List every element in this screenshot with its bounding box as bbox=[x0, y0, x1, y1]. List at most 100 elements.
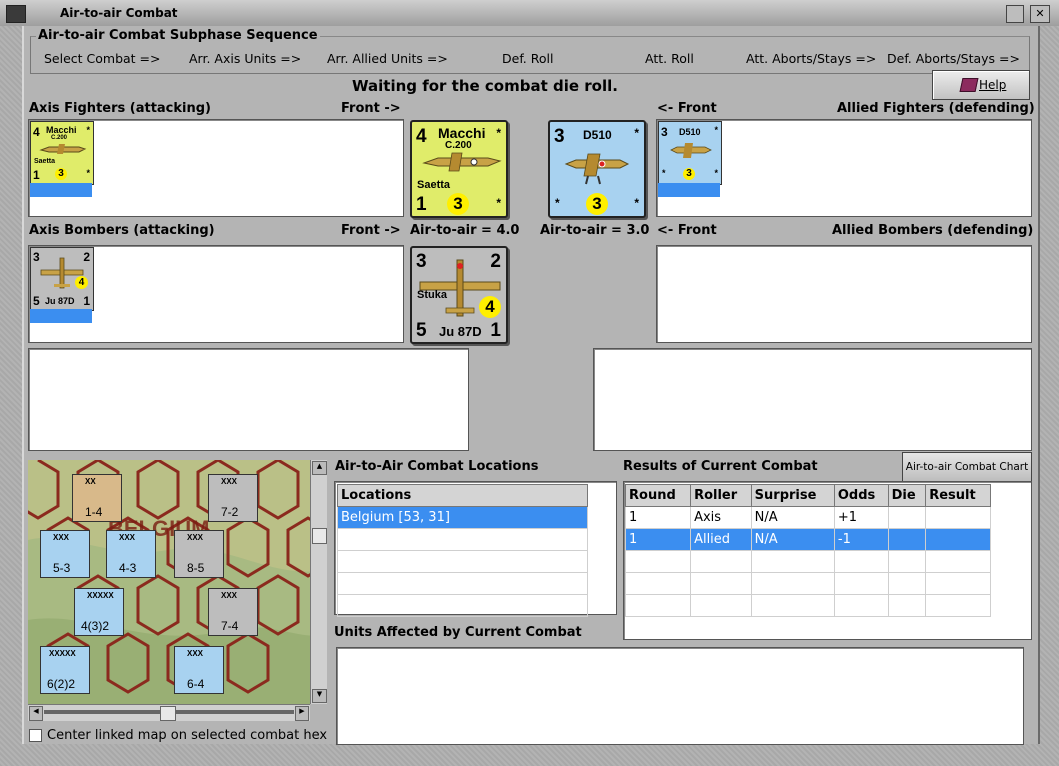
map-counter[interactable]: XXX 7-4 bbox=[208, 588, 258, 636]
map-counter[interactable]: XXXXX 4(3)2 bbox=[74, 588, 124, 636]
map-vertical-scrollbar[interactable]: ▲ ▼ bbox=[310, 460, 327, 704]
col-result[interactable]: Result bbox=[925, 484, 991, 507]
front-counter-star: * bbox=[496, 126, 501, 140]
front-counter-nick: Stuka bbox=[417, 289, 447, 301]
cell-surprise: N/A bbox=[750, 528, 835, 551]
front-counter-nick: Saetta bbox=[417, 179, 451, 191]
counter-def: 4 bbox=[75, 276, 88, 289]
scroll-right-icon[interactable]: ▶ bbox=[295, 706, 309, 721]
front-counter-star: * bbox=[634, 196, 639, 210]
result-row[interactable]: 1 Allied N/A -1 bbox=[624, 528, 991, 551]
axis-fighter-front-counter[interactable]: 4 Macchi C.200 * Saetta 1 3 * bbox=[410, 120, 508, 218]
units-affected-panel[interactable] bbox=[336, 647, 1024, 745]
hscroll-thumb[interactable] bbox=[160, 706, 176, 721]
col-roller[interactable]: Roller bbox=[690, 484, 752, 507]
location-row-empty[interactable] bbox=[337, 528, 588, 551]
col-round[interactable]: Round bbox=[624, 484, 692, 507]
allied-bombers-label: Allied Bombers (defending) bbox=[832, 223, 1034, 238]
locations-title: Air-to-Air Combat Locations bbox=[335, 459, 539, 474]
axis-bombers-label: Axis Bombers (attacking) bbox=[29, 223, 215, 238]
vscroll-thumb[interactable] bbox=[312, 528, 327, 544]
help-book-icon bbox=[959, 78, 979, 92]
result-row-empty[interactable] bbox=[624, 594, 991, 617]
cell-surprise: N/A bbox=[750, 506, 835, 529]
map-counter[interactable]: XXX 7-2 bbox=[208, 474, 258, 522]
cell-die bbox=[887, 528, 927, 551]
col-die[interactable]: Die bbox=[887, 484, 927, 507]
map-horizontal-scrollbar[interactable]: ◀ ▶ bbox=[28, 704, 310, 721]
combat-chart-button[interactable]: Air-to-air Combat Chart bbox=[902, 452, 1032, 482]
allied-fighter-counter-small[interactable]: 3 D510 * * 3 * bbox=[658, 121, 722, 185]
map-counter[interactable]: XXX 6-4 bbox=[174, 646, 224, 694]
map-counter[interactable]: XXX 5-3 bbox=[40, 530, 90, 578]
step-att-roll: Att. Roll bbox=[645, 51, 694, 66]
map-counter-size: XXXXX bbox=[87, 591, 114, 600]
step-att-aborts: Att. Aborts/Stays => bbox=[746, 51, 877, 66]
linked-map[interactable]: BELGIUM XX 1-4 XXX 7-2 XXX 5-3 XXX 4-3 X… bbox=[28, 460, 326, 704]
front-counter-range: 5 bbox=[416, 320, 427, 341]
cell-die bbox=[887, 506, 927, 529]
axis-reserve-panel[interactable] bbox=[28, 348, 469, 451]
units-affected-title: Units Affected by Current Combat bbox=[334, 625, 582, 640]
cell-result bbox=[925, 506, 991, 529]
axis-fighter-counter-small[interactable]: 4 Macchi C.200 * Saetta 1 3 * bbox=[30, 121, 94, 185]
map-counter[interactable]: XXX 4-3 bbox=[106, 530, 156, 578]
counter-bottom: 1 bbox=[83, 294, 90, 308]
center-map-checkbox[interactable] bbox=[29, 729, 42, 742]
axis-air-to-air-strength: Air-to-air = 4.0 bbox=[410, 223, 520, 238]
step-def-aborts: Def. Aborts/Stays => bbox=[887, 51, 1020, 66]
allied-air-to-air-strength: Air-to-air = 3.0 bbox=[540, 223, 650, 238]
scroll-down-icon[interactable]: ▼ bbox=[312, 689, 327, 703]
step-select-combat: Select Combat => bbox=[44, 51, 161, 66]
counter-range: * bbox=[662, 168, 666, 178]
locations-list[interactable]: Locations Belgium [53, 31] bbox=[334, 481, 617, 617]
front-label-axis-fighters: Front -> bbox=[341, 101, 401, 116]
map-counter-strength: 4-3 bbox=[119, 561, 137, 575]
front-counter-star: * bbox=[634, 126, 639, 140]
map-counter-strength: 1-4 bbox=[85, 505, 103, 519]
location-row-empty[interactable] bbox=[337, 550, 588, 573]
location-row-empty[interactable] bbox=[337, 594, 588, 617]
result-row-empty[interactable] bbox=[624, 572, 991, 595]
axis-bomber-front-counter[interactable]: 3 2 Stuka 4 5 Ju 87D 1 bbox=[410, 246, 508, 344]
allied-fighters-label: Allied Fighters (defending) bbox=[837, 101, 1035, 116]
help-button[interactable]: Help bbox=[932, 70, 1030, 100]
sequence-title: Air-to-air Combat Subphase Sequence bbox=[36, 28, 320, 43]
close-icon[interactable]: ✕ bbox=[1030, 5, 1050, 23]
minimize-icon[interactable] bbox=[1006, 5, 1024, 23]
allied-reserve-panel[interactable] bbox=[593, 348, 1032, 451]
col-odds[interactable]: Odds bbox=[833, 484, 889, 507]
results-table-panel[interactable]: Round Roller Surprise Odds Die Result 1 … bbox=[623, 481, 1032, 640]
counter-nick: Saetta bbox=[34, 158, 56, 165]
location-row-empty[interactable] bbox=[337, 572, 588, 595]
cell-odds: +1 bbox=[833, 506, 889, 529]
macchi-plane-large-icon bbox=[422, 152, 502, 172]
map-counter-strength: 5-3 bbox=[53, 561, 71, 575]
allied-fighter-front-counter[interactable]: 3 D510 * * 3 * bbox=[548, 120, 646, 218]
result-row[interactable]: 1 Axis N/A +1 bbox=[624, 506, 991, 529]
result-row-empty[interactable] bbox=[624, 550, 991, 573]
location-row[interactable]: Belgium [53, 31] bbox=[337, 506, 588, 529]
window-menu-icon[interactable] bbox=[6, 5, 26, 23]
map-counter-strength: 6-4 bbox=[187, 677, 205, 691]
counter-def: 3 bbox=[683, 168, 695, 180]
front-counter-name: Macchi bbox=[438, 125, 486, 141]
col-surprise[interactable]: Surprise bbox=[750, 484, 835, 507]
map-counter-size: XXX bbox=[53, 533, 70, 542]
locations-header[interactable]: Locations bbox=[337, 484, 588, 507]
map-counter[interactable]: XXXXX 6(2)2 bbox=[40, 646, 90, 694]
map-counter[interactable]: XX 1-4 bbox=[72, 474, 122, 522]
map-counter-size: XXX bbox=[221, 591, 238, 600]
map-counter-strength: 7-4 bbox=[221, 619, 239, 633]
scroll-up-icon[interactable]: ▲ bbox=[312, 461, 327, 475]
map-counter[interactable]: XXX 8-5 bbox=[174, 530, 224, 578]
counter-star: * bbox=[714, 125, 718, 135]
step-def-roll: Def. Roll bbox=[502, 51, 554, 66]
d510-plane-large-icon bbox=[564, 153, 630, 185]
allied-bombers-panel[interactable] bbox=[656, 245, 1032, 343]
map-counter-size: XXX bbox=[119, 533, 136, 542]
map-counter-size: XXXXX bbox=[49, 649, 76, 658]
center-map-label: Center linked map on selected combat hex bbox=[47, 728, 328, 743]
scroll-left-icon[interactable]: ◀ bbox=[29, 706, 43, 721]
axis-bomber-counter-small[interactable]: 3 2 4 5 Ju 87D 1 bbox=[30, 247, 94, 311]
